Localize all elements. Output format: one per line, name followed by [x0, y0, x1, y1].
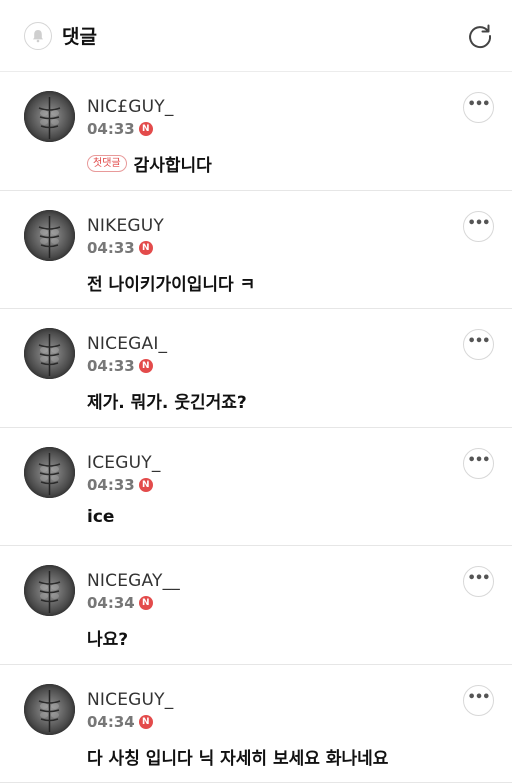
comment-nickname[interactable]: NICEGUY_: [87, 690, 173, 710]
comment-meta: 04:33 N: [87, 357, 153, 375]
comment-meta: 04:33 N: [87, 239, 153, 257]
more-options-button[interactable]: •••: [463, 211, 494, 242]
more-options-button[interactable]: •••: [463, 448, 494, 479]
more-icon: •••: [468, 454, 490, 467]
more-icon: •••: [468, 217, 490, 230]
avatar[interactable]: [24, 447, 75, 498]
comment-body: 다 사칭 입니다 닉 자세히 보세요 화나네요: [87, 744, 388, 769]
comment-body: 전 나이키가이입니다 ㅋ: [87, 270, 255, 295]
comment-body: 제가. 뭐가. 웃긴거죠?: [87, 388, 247, 413]
bell-icon[interactable]: [24, 22, 52, 50]
new-badge: N: [139, 715, 153, 729]
more-options-button[interactable]: •••: [463, 329, 494, 360]
comment-text: 전 나이키가이입니다 ㅋ: [87, 270, 255, 295]
avatar[interactable]: [24, 210, 75, 261]
comment-body: 나요?: [87, 625, 128, 650]
comment-item: NIKEGUY 04:33 N 전 나이키가이입니다 ㅋ •••: [0, 191, 512, 310]
comment-text: ice: [87, 507, 114, 527]
comment-list: NIC£GUY_ 04:33 N 첫댓글 감사합니다 •••: [0, 72, 512, 783]
comment-time: 04:34: [87, 594, 135, 612]
avatar[interactable]: [24, 684, 75, 735]
more-icon: •••: [468, 691, 490, 704]
comment-nickname[interactable]: NICEGAI_: [87, 334, 167, 354]
comment-item: NICEGAY__ 04:34 N 나요? •••: [0, 546, 512, 665]
comment-text: 감사합니다: [134, 151, 212, 176]
comment-text: 나요?: [87, 625, 128, 650]
more-options-button[interactable]: •••: [463, 566, 494, 597]
new-badge: N: [139, 478, 153, 492]
comment-meta: 04:33 N: [87, 476, 153, 494]
more-options-button[interactable]: •••: [463, 92, 494, 123]
comment-body: 첫댓글 감사합니다: [87, 151, 212, 176]
comment-item: NIC£GUY_ 04:33 N 첫댓글 감사합니다 •••: [0, 72, 512, 191]
comment-time: 04:33: [87, 357, 135, 375]
comment-meta: 04:33 N: [87, 120, 153, 138]
comment-time: 04:33: [87, 239, 135, 257]
comment-meta: 04:34 N: [87, 594, 153, 612]
comment-meta: 04:34 N: [87, 713, 153, 731]
comment-body: ice: [87, 507, 114, 527]
first-comment-tag: 첫댓글: [87, 155, 127, 172]
refresh-icon[interactable]: [466, 22, 494, 50]
more-icon: •••: [468, 98, 490, 111]
avatar[interactable]: [24, 328, 75, 379]
comment-item: NICEGAI_ 04:33 N 제가. 뭐가. 웃긴거죠? •••: [0, 309, 512, 428]
new-badge: N: [139, 359, 153, 373]
comment-text: 다 사칭 입니다 닉 자세히 보세요 화나네요: [87, 744, 388, 769]
more-options-button[interactable]: •••: [463, 685, 494, 716]
page-title: 댓글: [62, 22, 97, 49]
comment-nickname[interactable]: NICEGAY__: [87, 571, 180, 591]
new-badge: N: [139, 596, 153, 610]
avatar[interactable]: [24, 565, 75, 616]
comment-time: 04:34: [87, 713, 135, 731]
comment-nickname[interactable]: NIC£GUY_: [87, 97, 174, 117]
avatar[interactable]: [24, 91, 75, 142]
more-icon: •••: [468, 335, 490, 348]
comment-item: ICEGUY_ 04:33 N ice •••: [0, 428, 512, 547]
comment-item: NICEGUY_ 04:34 N 다 사칭 입니다 닉 자세히 보세요 화나네요…: [0, 665, 512, 783]
more-icon: •••: [468, 572, 490, 585]
comment-nickname[interactable]: NIKEGUY: [87, 216, 164, 236]
comment-text: 제가. 뭐가. 웃긴거죠?: [87, 388, 247, 413]
new-badge: N: [139, 241, 153, 255]
new-badge: N: [139, 122, 153, 136]
comments-header: 댓글: [0, 0, 512, 72]
comment-time: 04:33: [87, 120, 135, 138]
comment-nickname[interactable]: ICEGUY_: [87, 453, 161, 473]
comment-time: 04:33: [87, 476, 135, 494]
